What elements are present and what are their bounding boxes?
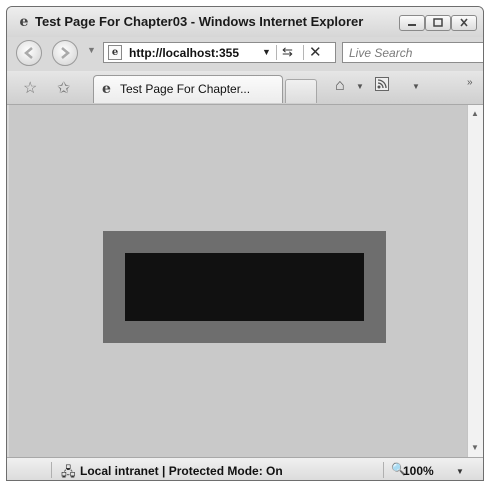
zoom-level[interactable]: 100% (403, 464, 434, 478)
close-icon (460, 18, 468, 27)
new-tab-button[interactable] (285, 79, 317, 103)
address-dropdown-button[interactable]: ▼ (262, 47, 271, 57)
browser-window: e Test Page For Chapter03 - Windows Inte… (6, 6, 484, 481)
minimize-button[interactable] (399, 15, 425, 31)
page-icon: e (108, 45, 122, 60)
home-button[interactable]: ⌂ (335, 77, 345, 95)
home-icon: ⌂ (335, 77, 345, 94)
status-bar: 🖧 Local intranet | Protected Mode: On 🔍 … (7, 457, 483, 480)
chevron-down-icon: ▼ (412, 82, 420, 91)
feeds-dropdown-button[interactable]: ▼ (412, 82, 420, 91)
add-favorites-icon: ✩ (57, 80, 71, 97)
inner-box (125, 253, 364, 321)
divider (51, 462, 52, 478)
local-intranet-icon: 🖧 (61, 464, 76, 479)
tab-bar: ☆ ✩ e Test Page For Chapter... ⌂ ▼ ▼ » (7, 71, 483, 105)
refresh-button[interactable]: ⇆ (282, 44, 293, 60)
feeds-button[interactable] (375, 77, 389, 96)
close-button[interactable] (451, 15, 477, 31)
outer-box (103, 231, 386, 343)
navigation-bar: ▼ e http://localhost:355 ▼ ⇆ ✕ (7, 37, 483, 71)
divider (303, 45, 304, 60)
chevron-down-icon: ▼ (356, 82, 364, 91)
rss-feed-icon (375, 77, 389, 91)
maximize-button[interactable] (425, 15, 451, 31)
page-content (9, 105, 467, 457)
forward-arrow-icon (61, 47, 70, 59)
toolbar-overflow-button[interactable]: » (467, 77, 473, 88)
address-url[interactable]: http://localhost:355 (129, 46, 239, 60)
security-zone-status[interactable]: Local intranet | Protected Mode: On (80, 464, 283, 478)
tab-test-page[interactable]: e Test Page For Chapter... (93, 75, 283, 103)
maximize-icon (433, 18, 443, 27)
search-box[interactable] (342, 42, 483, 63)
address-bar[interactable]: e http://localhost:355 ▼ ⇆ ✕ (103, 42, 336, 63)
ie-logo-icon: e (102, 81, 111, 97)
favorites-star-icon: ☆ (23, 80, 38, 97)
window-title: Test Page For Chapter03 - Windows Intern… (35, 14, 364, 29)
title-bar: e Test Page For Chapter03 - Windows Inte… (7, 7, 483, 37)
chevron-down-icon: ▼ (456, 467, 464, 476)
vertical-scrollbar[interactable]: ▲ ▼ (467, 105, 483, 457)
divider (383, 462, 384, 478)
back-arrow-icon (24, 47, 33, 59)
stop-button[interactable]: ✕ (309, 43, 322, 61)
divider (276, 45, 277, 60)
forward-button[interactable] (52, 40, 78, 66)
scroll-up-icon[interactable]: ▲ (471, 109, 479, 118)
tab-label: Test Page For Chapter... (120, 82, 251, 96)
add-to-favorites-button[interactable]: ✩ (57, 78, 70, 98)
refresh-icon: ⇆ (282, 44, 293, 59)
ie-logo-icon: e (19, 14, 29, 30)
history-dropdown-button[interactable]: ▼ (87, 45, 96, 55)
zoom-dropdown-button[interactable]: ▼ (456, 467, 464, 476)
minimize-icon (408, 24, 416, 26)
scroll-down-icon[interactable]: ▼ (471, 443, 479, 452)
favorites-center-button[interactable]: ☆ (23, 78, 37, 98)
back-button[interactable] (16, 40, 42, 66)
chevron-down-icon: ▼ (262, 47, 271, 57)
stop-icon: ✕ (309, 44, 322, 61)
chevron-down-icon: ▼ (87, 45, 96, 55)
chevron-right-double-icon: » (467, 77, 473, 88)
home-dropdown-button[interactable]: ▼ (356, 82, 364, 91)
search-input[interactable] (343, 43, 483, 62)
